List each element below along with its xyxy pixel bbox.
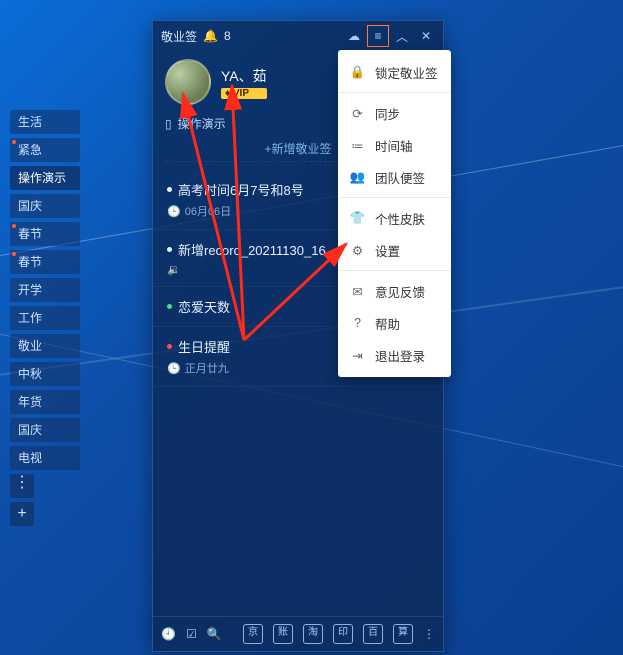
desktop-wallpaper: 生活 紧急 操作演示 国庆 春节 春节 开学 工作 敬业 中秋 年货 国庆 电视… (0, 0, 623, 655)
sidebar-tabs: 生活 紧急 操作演示 国庆 春节 春节 开学 工作 敬业 中秋 年货 国庆 电视… (10, 110, 80, 526)
more-icon[interactable]: ⋮ (423, 627, 435, 641)
cloud-sync-icon[interactable]: ☁ (345, 27, 363, 45)
help-icon: ? (350, 316, 365, 331)
menu-item-feedback[interactable]: ✉意见反馈 (338, 275, 451, 307)
sidebar-tab[interactable]: 年货 (10, 390, 80, 414)
shortcut-tile[interactable]: 百 (363, 624, 383, 644)
sidebar-tab[interactable]: 春节 (10, 250, 80, 274)
close-icon[interactable]: ✕ (417, 27, 435, 45)
sidebar-tab[interactable]: 紧急 (10, 138, 80, 162)
app-title: 敬业签 (161, 28, 197, 45)
sidebar-more-button[interactable]: ⋮ (10, 474, 34, 498)
sidebar-tab[interactable]: 开学 (10, 278, 80, 302)
username-label: YA、茹 (221, 66, 267, 86)
sidebar-add-button[interactable]: + (10, 502, 34, 526)
sidebar-tab[interactable]: 工作 (10, 306, 80, 330)
shortcut-tile[interactable]: 印 (333, 624, 353, 644)
timeline-icon: ≔ (350, 138, 365, 153)
main-menu-dropdown: 🔒锁定敬业签 ⟳同步 ≔时间轴 👥团队便签 👕个性皮肤 ⚙设置 ✉意见反馈 ?帮… (338, 50, 451, 377)
menu-item-team[interactable]: 👥团队便签 (338, 161, 451, 193)
bottom-toolbar: 🕘 ☑ 🔍 京 账 淘 印 百 算 ⋮ (153, 616, 443, 651)
shortcut-tile[interactable]: 算 (393, 624, 413, 644)
hamburger-menu-icon[interactable]: ≡ (369, 27, 387, 45)
sidebar-tab[interactable]: 生活 (10, 110, 80, 134)
sidebar-tab-active[interactable]: 操作演示 (10, 166, 80, 190)
gear-icon: ⚙ (350, 243, 365, 258)
complete-icon[interactable]: ☑ (186, 627, 197, 641)
menu-item-settings[interactable]: ⚙设置 (338, 234, 451, 266)
vip-badge: ♦ VIP (221, 88, 267, 99)
bookmark-icon: ▯ (165, 117, 172, 131)
avatar[interactable] (165, 59, 211, 105)
menu-item-lock[interactable]: 🔒锁定敬业签 (338, 56, 451, 88)
sidebar-tab[interactable]: 电视 (10, 446, 80, 470)
shirt-icon: 👕 (350, 211, 365, 226)
bullet-icon (167, 187, 172, 192)
sync-icon: ⟳ (350, 106, 365, 121)
logout-icon: ⇥ (350, 348, 365, 363)
sidebar-tab[interactable]: 中秋 (10, 362, 80, 386)
mail-icon: ✉ (350, 284, 365, 299)
sound-icon: 🔉 (167, 263, 181, 276)
sidebar-tab[interactable]: 春节 (10, 222, 80, 246)
menu-item-logout[interactable]: ⇥退出登录 (338, 339, 451, 371)
titlebar: 敬业签 🔔 8 ☁ ≡ ︿ ✕ (153, 21, 443, 51)
bullet-icon (167, 247, 172, 252)
bullet-icon (167, 304, 172, 309)
bell-icon[interactable]: 🔔 (203, 29, 218, 43)
shortcut-tile[interactable]: 京 (243, 624, 263, 644)
bullet-icon (167, 344, 172, 349)
menu-item-skin[interactable]: 👕个性皮肤 (338, 202, 451, 234)
menu-item-help[interactable]: ?帮助 (338, 307, 451, 339)
sidebar-tab[interactable]: 敬业 (10, 334, 80, 358)
menu-item-timeline[interactable]: ≔时间轴 (338, 129, 451, 161)
sidebar-tab[interactable]: 国庆 (10, 418, 80, 442)
menu-item-sync[interactable]: ⟳同步 (338, 97, 451, 129)
history-icon[interactable]: 🕘 (161, 627, 176, 641)
search-icon[interactable]: 🔍 (207, 627, 222, 641)
collapse-icon[interactable]: ︿ (393, 27, 411, 45)
shortcut-tile[interactable]: 淘 (303, 624, 323, 644)
clock-icon: 🕒 (167, 362, 181, 375)
lock-icon: 🔒 (350, 65, 365, 80)
shortcut-tile[interactable]: 账 (273, 624, 293, 644)
team-icon: 👥 (350, 170, 365, 185)
clock-icon: 🕒 (167, 205, 181, 218)
sidebar-tab[interactable]: 国庆 (10, 194, 80, 218)
notification-count: 8 (224, 29, 231, 43)
